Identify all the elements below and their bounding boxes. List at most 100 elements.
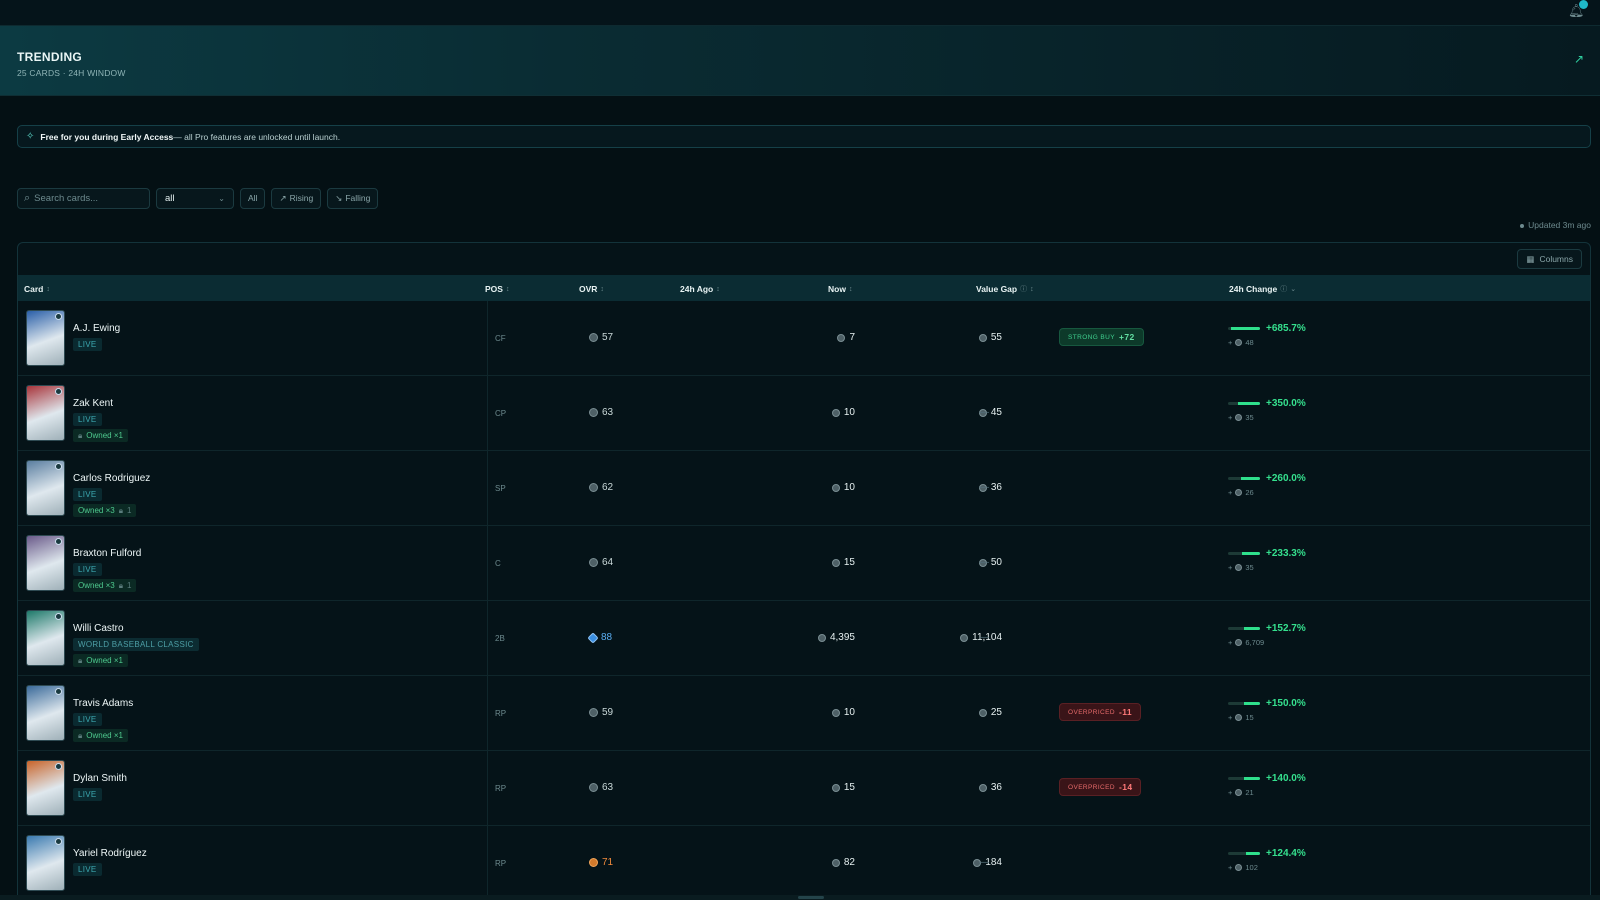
value-gap-badge: OVERPRICED -14 [1059, 778, 1142, 796]
table-row[interactable]: Zak Kent LIVE 🔒︎ Owned ×1 CP 63 10 45— +350.0% +3… [18, 376, 1590, 451]
player-name[interactable]: Yariel Rodríguez [73, 848, 147, 859]
search-input[interactable] [34, 192, 135, 204]
stubs-icon [978, 708, 987, 717]
value-gap-badge: OVERPRICED -11 [1059, 703, 1142, 721]
column-divider [487, 826, 488, 899]
player-name[interactable]: Willi Castro [73, 623, 124, 634]
stubs-icon [831, 708, 840, 717]
header-ovr[interactable]: OVR ↕ [579, 284, 604, 294]
header-24h-change[interactable]: 24h Change ⓘ ⌄ [1229, 284, 1296, 294]
trend-up-icon: ↗ [1573, 52, 1584, 66]
stubs-icon [1235, 414, 1243, 421]
player-card-image[interactable] [26, 835, 65, 891]
columns-button[interactable]: ▦ Columns [1517, 249, 1582, 269]
card-rarity-dot [55, 838, 62, 845]
player-card-image[interactable] [26, 760, 65, 816]
page-subtitle: 25 CARDS · 24H WINDOW [17, 68, 126, 78]
stubs-icon [1235, 639, 1243, 646]
price-24h-ago: 15 [831, 557, 855, 568]
rating-icon [589, 333, 598, 342]
sort-icon: ↕ [848, 285, 853, 293]
filter-rising-label: Rising [289, 193, 314, 203]
change-bar [1228, 777, 1260, 780]
change-bar [1228, 327, 1260, 330]
position: RP [495, 784, 507, 793]
overall-rating: 59 [589, 707, 613, 718]
24h-change: +140.0% +21 [1228, 773, 1306, 797]
player-card-image[interactable] [26, 310, 65, 366]
player-name[interactable]: Braxton Fulford [73, 548, 141, 559]
header-value-gap[interactable]: Value Gap ⓘ ↕ [976, 284, 1034, 294]
series-tag: LIVE [73, 713, 102, 726]
player-name[interactable]: A.J. Ewing [73, 323, 120, 334]
player-card-image[interactable] [26, 610, 65, 666]
filter-falling-chip[interactable]: ↘ Falling [327, 187, 379, 209]
info-icon: ⓘ [1280, 286, 1288, 293]
value-gap-empty: — [979, 482, 989, 493]
24h-change: +124.4% +102 [1228, 848, 1306, 872]
overall-rating: 88 [587, 631, 612, 644]
table-row[interactable]: A.J. Ewing LIVE CF 57 7 55 STRONG BUY +72 +685.7… [18, 301, 1590, 376]
header-pos[interactable]: POS ↕ [485, 284, 509, 294]
sort-icon: ↕ [46, 285, 50, 293]
change-delta: +102 [1228, 863, 1258, 872]
card-rarity-dot [55, 538, 62, 545]
table-row[interactable]: Willi Castro WORLD BASEBALL CLASSIC 🔒︎ Owne… [18, 601, 1590, 676]
header-now[interactable]: Now ↕ [828, 284, 852, 294]
locked-count: 1 [126, 506, 132, 515]
column-divider [487, 601, 488, 675]
stubs-icon [1235, 864, 1243, 871]
sort-icon: ↕ [1030, 285, 1034, 293]
24h-change: +150.0% +15 [1228, 698, 1306, 722]
table-row[interactable]: Dylan Smith LIVE RP 63 15 36 OVERPRICED -14 +140… [18, 751, 1590, 826]
change-percent: +233.3% [1266, 548, 1306, 559]
owned-text: Owned ×1 [86, 656, 123, 665]
table-row[interactable]: Travis Adams LIVE 🔒︎ Owned ×1 RP 59 10 25 OVERPR… [18, 676, 1590, 751]
type-select[interactable]: all ⌄ [156, 187, 234, 209]
price-now: 25 [978, 707, 1002, 718]
filter-all-chip[interactable]: All [240, 187, 266, 209]
position: CP [495, 409, 507, 418]
series-tag: WORLD BASEBALL CLASSIC [73, 638, 199, 651]
search-box[interactable]: ⌕ [17, 187, 150, 209]
change-delta: +6,709 [1228, 638, 1265, 647]
value-gap-empty: — [979, 632, 989, 643]
player-card-image[interactable] [26, 535, 65, 591]
locked-count: 1 [126, 581, 132, 590]
owned-badge: 🔒︎ Owned ×1 [73, 729, 128, 742]
price-24h-ago: 82 [831, 857, 855, 868]
price-24h-ago: 10 [831, 482, 855, 493]
stubs-icon [831, 858, 840, 867]
owned-text: Owned ×1 [86, 431, 123, 440]
rating-icon [589, 708, 598, 717]
scrollbar-thumb[interactable] [798, 896, 824, 899]
value-gap-badge: STRONG BUY +72 [1059, 328, 1144, 346]
owned-text: Owned ×1 [86, 731, 123, 740]
series-tag: LIVE [73, 488, 102, 501]
columns-icon: ▦ [1526, 253, 1535, 264]
price-24h-ago: 15 [831, 782, 855, 793]
24h-change: +260.0% +26 [1228, 473, 1306, 497]
player-name[interactable]: Dylan Smith [73, 773, 127, 784]
change-percent: +350.0% [1266, 398, 1306, 409]
24h-change: +233.3% +35 [1228, 548, 1306, 572]
horizontal-scrollbar[interactable] [0, 895, 1600, 900]
player-name[interactable]: Zak Kent [73, 398, 113, 409]
table-row[interactable]: Braxton Fulford LIVE Owned ×3 🔒︎ 1 C 64 15 50— +2… [18, 526, 1590, 601]
change-bar [1228, 702, 1260, 705]
lock-icon: 🔒︎ [118, 581, 123, 590]
table-row[interactable]: Carlos Rodriguez LIVE Owned ×3 🔒︎ 1 SP 62 10 36—… [18, 451, 1590, 526]
owned-badge: 🔒︎ Owned ×1 [73, 654, 128, 667]
filter-rising-chip[interactable]: ↗ Rising [271, 187, 322, 209]
change-percent: +150.0% [1266, 698, 1306, 709]
header-24h-ago[interactable]: 24h Ago ↕ [680, 284, 720, 294]
player-card-image[interactable] [26, 685, 65, 741]
table-row[interactable]: Yariel Rodríguez LIVE RP 71 82 184— +124.4% +10… [18, 826, 1590, 899]
player-card-image[interactable] [26, 385, 65, 441]
player-name[interactable]: Travis Adams [73, 698, 133, 709]
player-card-image[interactable] [26, 460, 65, 516]
overall-rating: 71 [589, 857, 613, 868]
stubs-icon [831, 483, 840, 492]
header-card[interactable]: Card ↕ [24, 284, 50, 294]
player-name[interactable]: Carlos Rodriguez [73, 473, 150, 484]
